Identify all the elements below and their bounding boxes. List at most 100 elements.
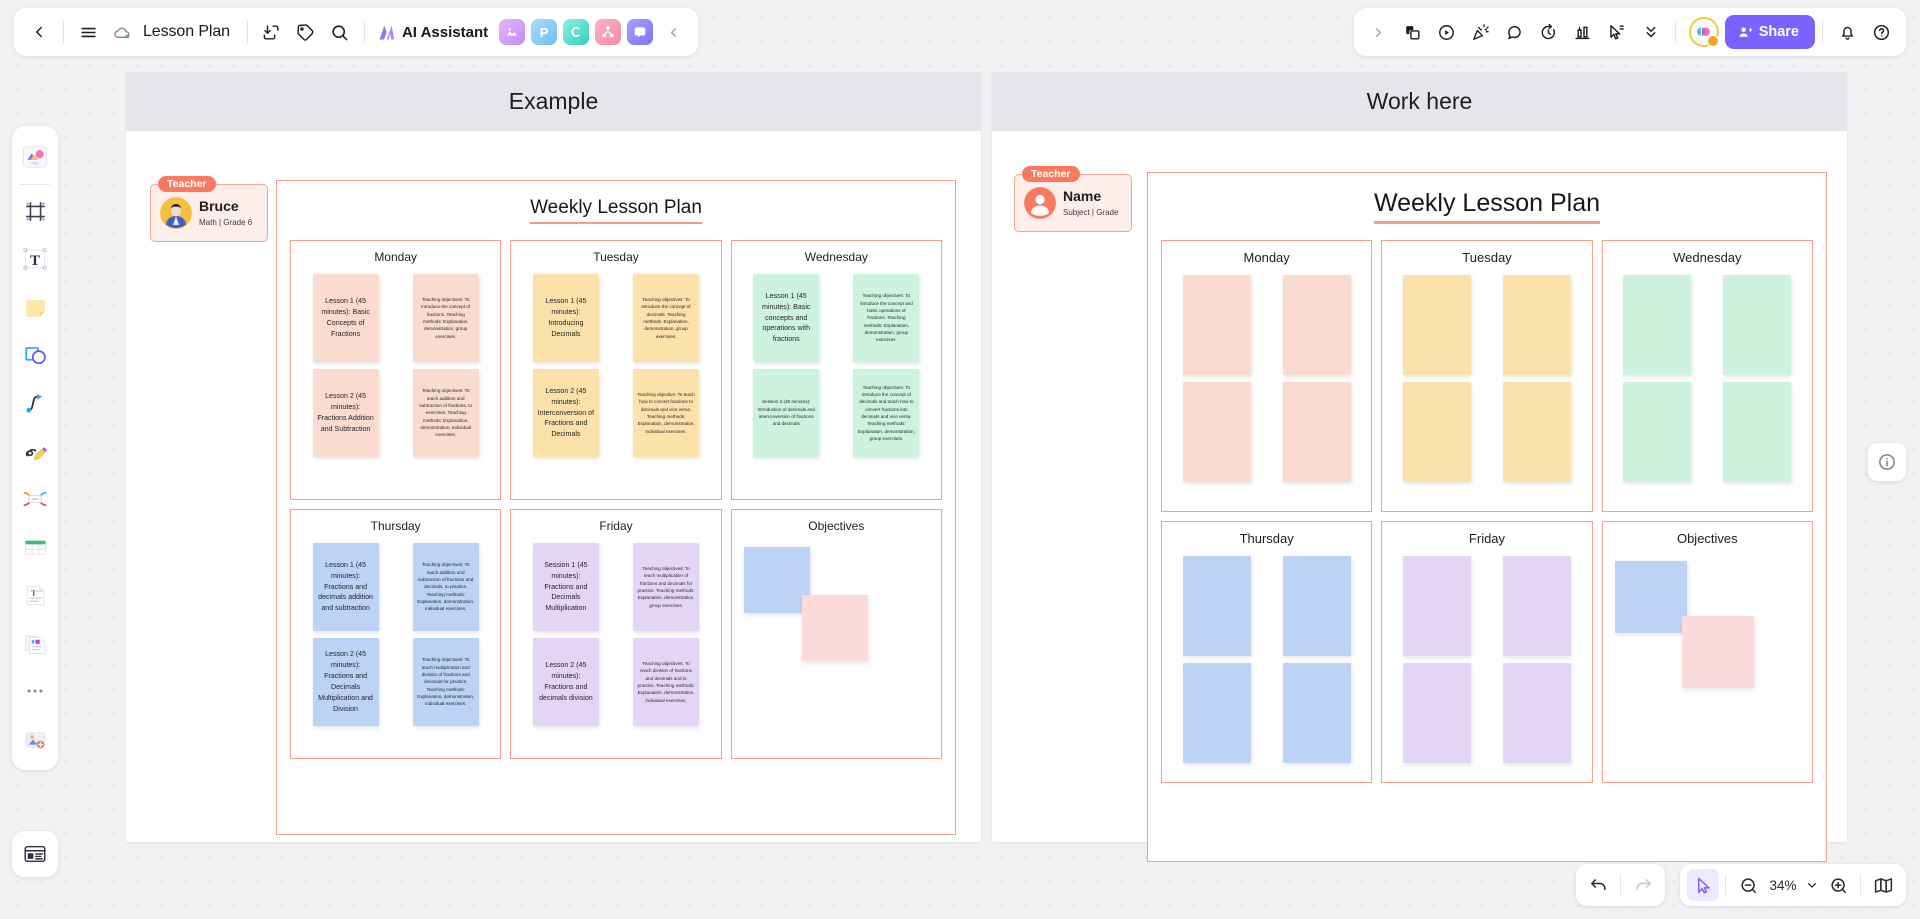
frame-tool[interactable]: [16, 192, 54, 230]
search-button[interactable]: [323, 15, 357, 49]
sticky-note[interactable]: [1182, 382, 1251, 482]
sticky-note[interactable]: [1723, 275, 1792, 375]
day-column-wednesday[interactable]: Wednesday Lesson 1 (45 minutes): Basic co…: [730, 240, 942, 500]
objectives-column[interactable]: Objectives: [1601, 521, 1813, 783]
sticky-note[interactable]: [1402, 556, 1471, 656]
day-column-tuesday[interactable]: Tuesday: [1381, 240, 1593, 512]
sticky-note[interactable]: [1503, 275, 1572, 375]
sticky-note[interactable]: [1503, 382, 1572, 482]
sticky-note[interactable]: Teaching objectives: To teach division o…: [633, 638, 700, 726]
weekly-lesson-plan-panel[interactable]: Weekly Lesson Plan Monday Tuesday Wednesday…: [1147, 172, 1827, 862]
sticky-note[interactable]: [1282, 275, 1351, 375]
day-column-monday[interactable]: Monday: [1161, 240, 1373, 512]
tag-button[interactable]: [289, 15, 323, 49]
sticky-note[interactable]: [1282, 556, 1351, 656]
sticky-note[interactable]: Teaching objective: To teach how to conv…: [633, 369, 700, 457]
table-tool[interactable]: [16, 528, 54, 566]
sticky-note[interactable]: Teaching objectives: To introduce the co…: [633, 274, 700, 362]
presentation-app-button[interactable]: P: [531, 19, 558, 45]
sticky-note[interactable]: Teaching objectives: To teach multiplica…: [633, 543, 700, 631]
sticky-note[interactable]: [1182, 663, 1251, 763]
timer-icon[interactable]: [1532, 15, 1566, 49]
day-column-thursday[interactable]: Thursday Lesson 1 (45 minutes): Fractions…: [290, 509, 502, 759]
day-column-friday[interactable]: Friday Session 1 (45 minutes): Fractions …: [510, 509, 722, 759]
shapes-tool[interactable]: [16, 336, 54, 374]
upload-tool[interactable]: [16, 720, 54, 758]
sticky-note[interactable]: [1503, 663, 1572, 763]
comment-bubble-icon[interactable]: [1498, 15, 1532, 49]
sticky-note[interactable]: Teaching objectives: To teach addition a…: [412, 543, 479, 631]
day-column-thursday[interactable]: Thursday: [1161, 521, 1373, 783]
cursor-pointer-button[interactable]: [1687, 869, 1719, 901]
sticky-note[interactable]: Teaching objectives: To teach addition a…: [412, 369, 479, 457]
objective-sticky-note[interactable]: [1681, 615, 1754, 688]
sticky-note[interactable]: [1623, 275, 1692, 375]
sticky-note[interactable]: Lesson 2 (45 minutes): Interconversion o…: [532, 369, 599, 457]
sticky-note[interactable]: [1182, 556, 1251, 656]
teacher-card[interactable]: Teacher Name Subject | Grade: [1014, 166, 1132, 232]
comment-app-button[interactable]: [627, 19, 654, 45]
chevrons-down-icon[interactable]: [1634, 15, 1668, 49]
minimap-button[interactable]: [1867, 869, 1899, 901]
flowchart-app-button[interactable]: [595, 19, 622, 45]
undo-button[interactable]: [1582, 869, 1614, 901]
sticky-note[interactable]: Teaching objectives: To introduce the co…: [412, 274, 479, 362]
text-tool[interactable]: T: [16, 240, 54, 278]
vote-chart-icon[interactable]: [1566, 15, 1600, 49]
cursor-select-icon[interactable]: [1600, 15, 1634, 49]
sticky-note[interactable]: [1402, 663, 1471, 763]
expand-toolbar-button[interactable]: [1362, 15, 1396, 49]
day-column-tuesday[interactable]: Tuesday Lesson 1 (45 minutes): Introducin…: [510, 240, 722, 500]
day-column-wednesday[interactable]: Wednesday: [1601, 240, 1813, 512]
example-board[interactable]: Example Teacher Bruce Math | Grade 6 Weekly …: [126, 72, 981, 842]
templates-tool[interactable]: [16, 138, 54, 176]
mindmap-app-button[interactable]: [563, 19, 590, 45]
chevron-down-icon[interactable]: [1802, 869, 1822, 901]
sticky-note[interactable]: Lesson 2 (45 minutes): Fractions and Dec…: [312, 638, 379, 726]
share-button[interactable]: Share: [1724, 15, 1815, 49]
weekly-lesson-plan-panel[interactable]: Weekly Lesson Plan Monday Lesson 1 (45 min…: [276, 180, 956, 835]
sticky-note[interactable]: Lesson 1 (45 minutes): Fractions and dec…: [312, 543, 379, 631]
zoom-out-button[interactable]: [1732, 869, 1764, 901]
image-app-button[interactable]: [499, 19, 526, 45]
info-icon[interactable]: [1868, 443, 1906, 481]
sticky-note[interactable]: Lesson 1 (45 minutes): Basic concepts an…: [753, 274, 820, 362]
sticky-note[interactable]: [1402, 275, 1471, 375]
day-column-monday[interactable]: Monday Lesson 1 (45 minutes): Basic Conce…: [290, 240, 502, 500]
sticky-note[interactable]: Session 1 (45 minutes): Fractions and De…: [532, 543, 599, 631]
mindmap-tool[interactable]: [16, 480, 54, 518]
download-button[interactable]: [255, 15, 289, 49]
work-here-board[interactable]: Work here Teacher Name Subject | Grade Weekl…: [992, 72, 1847, 862]
more-tools[interactable]: [16, 672, 54, 710]
zoom-level-label[interactable]: 34%: [1764, 878, 1802, 893]
sticky-note[interactable]: [1623, 382, 1692, 482]
sticky-note[interactable]: Lesson 1 (45 minutes): Introducing Decim…: [532, 274, 599, 362]
objective-sticky-note[interactable]: [801, 595, 868, 661]
day-column-friday[interactable]: Friday: [1381, 521, 1593, 783]
sticky-note[interactable]: [1402, 382, 1471, 482]
objectives-column[interactable]: Objectives: [730, 509, 942, 759]
play-circle-icon[interactable]: [1430, 15, 1464, 49]
sticky-note[interactable]: Lesson 2 (45 minutes): Fractions and dec…: [532, 638, 599, 726]
sticky-note[interactable]: [1723, 382, 1792, 482]
sticky-note[interactable]: Teaching objectives: To introduce the co…: [853, 369, 920, 457]
ai-assistant-button[interactable]: AI Assistant: [372, 22, 496, 43]
avatar[interactable]: [1688, 17, 1719, 47]
zoom-in-button[interactable]: [1822, 869, 1854, 901]
notification-bell-button[interactable]: [1830, 15, 1864, 49]
sticky-note[interactable]: [1282, 382, 1351, 482]
sticky-note[interactable]: Lesson 1 (45 minutes): Basic Concepts of…: [312, 274, 379, 362]
document-tool[interactable]: T: [16, 576, 54, 614]
sticky-note[interactable]: [1182, 275, 1251, 375]
collapse-toolbar-button[interactable]: [656, 15, 690, 49]
redo-button[interactable]: [1627, 869, 1659, 901]
sticky-note[interactable]: Session 2 (45 minutes): Introduction of …: [753, 369, 820, 457]
back-button[interactable]: [22, 15, 56, 49]
celebrate-icon[interactable]: [1464, 15, 1498, 49]
sticky-note-icon[interactable]: [1396, 15, 1430, 49]
sticky-note[interactable]: Lesson 2 (45 minutes): Fractions Additio…: [312, 369, 379, 457]
objective-sticky-note[interactable]: [1615, 560, 1688, 633]
objective-sticky-note[interactable]: [743, 547, 810, 613]
presentation-mode-tool[interactable]: [12, 831, 58, 877]
slides-tool[interactable]: [16, 624, 54, 662]
